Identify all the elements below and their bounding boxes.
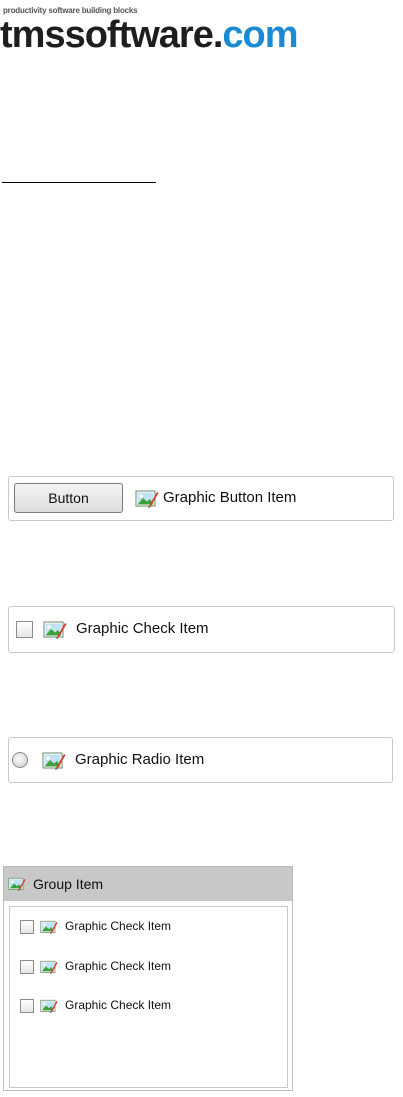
- picture-icon: [43, 619, 67, 639]
- picture-icon: [42, 750, 66, 770]
- checkbox[interactable]: [20, 960, 34, 974]
- button[interactable]: Button: [14, 483, 123, 513]
- group-content: Graphic Check Item Graphic Check Item Gr…: [9, 906, 288, 1088]
- divider-line: [2, 182, 156, 183]
- group-check-item-label[interactable]: Graphic Check Item: [65, 919, 171, 933]
- logo: tmssoftware.com: [0, 14, 299, 56]
- graphic-radio-item-label[interactable]: Graphic Radio Item: [75, 751, 204, 768]
- group-item: Group Item Graphic Check Item Graphic Ch…: [3, 866, 293, 1091]
- graphic-button-item-panel: Button Graphic Button Item: [8, 476, 394, 521]
- checkbox[interactable]: [20, 999, 34, 1013]
- checkbox[interactable]: [16, 621, 33, 638]
- checkbox[interactable]: [20, 920, 34, 934]
- graphic-check-item-label[interactable]: Graphic Check Item: [76, 620, 209, 637]
- group-header[interactable]: Group Item: [4, 867, 292, 901]
- picture-icon: [135, 488, 159, 508]
- group-check-item-label[interactable]: Graphic Check Item: [65, 959, 171, 973]
- picture-icon: [40, 959, 58, 974]
- group-title: Group Item: [33, 876, 104, 892]
- picture-icon: [40, 998, 58, 1013]
- logo-tld: com: [222, 14, 298, 56]
- picture-icon: [40, 919, 58, 934]
- graphic-radio-item-panel: Graphic Radio Item: [8, 737, 393, 783]
- logo-name: tmssoftware: [0, 14, 214, 56]
- graphic-button-item-label[interactable]: Graphic Button Item: [163, 489, 296, 506]
- radio-button[interactable]: [12, 752, 28, 768]
- logo-dot: .: [212, 14, 224, 56]
- graphic-check-item-panel: Graphic Check Item: [8, 606, 395, 653]
- picture-icon: [8, 876, 26, 891]
- group-check-item-label[interactable]: Graphic Check Item: [65, 998, 171, 1012]
